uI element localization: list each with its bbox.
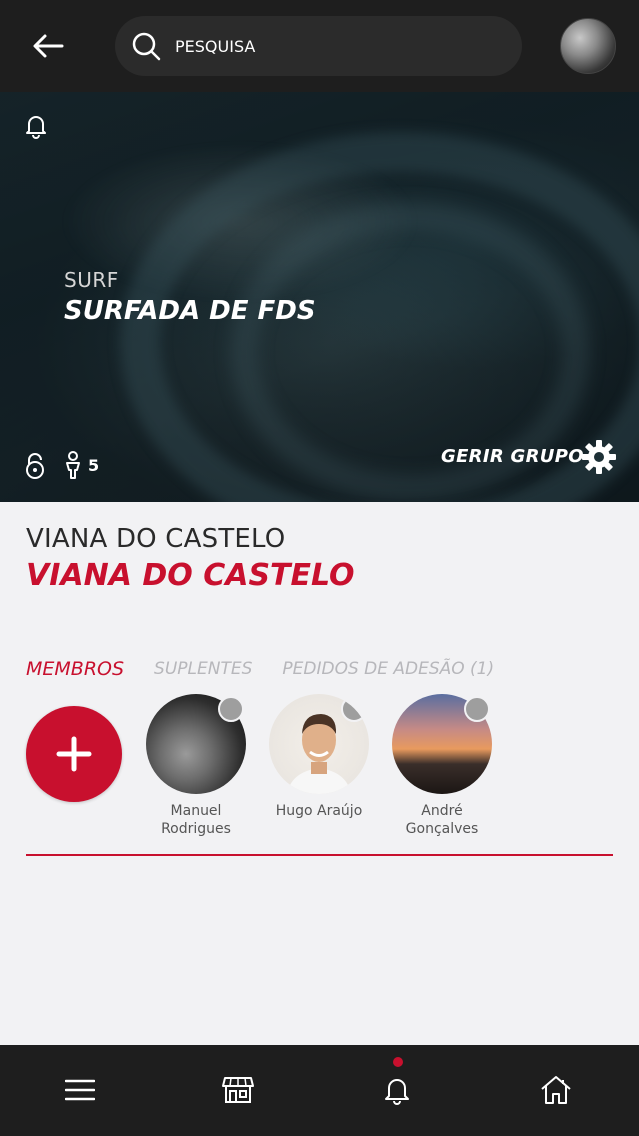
person-icon bbox=[66, 451, 80, 479]
nav-menu[interactable] bbox=[60, 1073, 100, 1107]
sport-label: SURF bbox=[64, 268, 119, 292]
search-icon bbox=[131, 31, 161, 61]
user-avatar[interactable] bbox=[560, 18, 616, 74]
location-label: VIANA DO CASTELO bbox=[26, 524, 286, 554]
search-input[interactable] bbox=[175, 36, 475, 56]
nav-store[interactable] bbox=[218, 1073, 258, 1107]
status-dot bbox=[464, 696, 490, 722]
group-title: SURFADA DE FDS bbox=[64, 296, 316, 326]
nav-notifications[interactable] bbox=[377, 1073, 417, 1107]
member-name: Hugo Araújo bbox=[275, 803, 363, 819]
menu-icon bbox=[65, 1079, 95, 1101]
search-bar[interactable] bbox=[115, 16, 522, 76]
group-hero: SURF SURFADA DE FDS 5 GERIR GRUPO bbox=[0, 92, 639, 502]
tab-pedidos-adesao[interactable]: PEDIDOS DE ADESÃO (1) bbox=[282, 659, 494, 679]
member-avatar bbox=[146, 694, 246, 794]
member-name: André Gonçalves bbox=[405, 803, 479, 837]
status-dot bbox=[218, 696, 244, 722]
store-icon bbox=[222, 1077, 254, 1103]
unlock-icon bbox=[26, 453, 44, 479]
section-divider bbox=[26, 854, 613, 856]
bottom-nav bbox=[0, 1045, 639, 1136]
top-bar bbox=[0, 0, 639, 92]
location-title: VIANA DO CASTELO bbox=[26, 558, 355, 593]
back-button[interactable] bbox=[26, 26, 70, 66]
bell-icon bbox=[385, 1079, 409, 1105]
manage-group-button[interactable]: GERIR GRUPO bbox=[441, 446, 584, 467]
nav-home[interactable] bbox=[536, 1073, 576, 1107]
add-member-button[interactable] bbox=[26, 706, 122, 802]
home-icon bbox=[541, 1076, 571, 1104]
tab-membros[interactable]: MEMBROS bbox=[26, 658, 124, 680]
member-avatar bbox=[269, 694, 369, 794]
member-item[interactable]: Manuel Rodrigues bbox=[136, 694, 256, 838]
member-item[interactable]: André Gonçalves bbox=[382, 694, 502, 838]
member-avatar bbox=[392, 694, 492, 794]
member-name: Manuel Rodrigues bbox=[161, 803, 231, 837]
tab-suplentes[interactable]: SUPLENTES bbox=[154, 659, 252, 679]
status-dot bbox=[341, 696, 367, 722]
member-item[interactable]: Hugo Araújo bbox=[259, 694, 379, 820]
members-count: 5 bbox=[88, 456, 100, 475]
notification-badge bbox=[393, 1057, 403, 1067]
gear-icon[interactable] bbox=[580, 438, 618, 476]
member-tabs: MEMBROS SUPLENTES PEDIDOS DE ADESÃO (1) bbox=[26, 654, 524, 684]
plus-icon bbox=[56, 736, 92, 772]
members-list: Manuel Rodrigues Hugo Araújo André Gonça… bbox=[26, 694, 626, 844]
back-arrow-icon bbox=[33, 34, 64, 58]
bell-icon[interactable] bbox=[22, 112, 50, 140]
